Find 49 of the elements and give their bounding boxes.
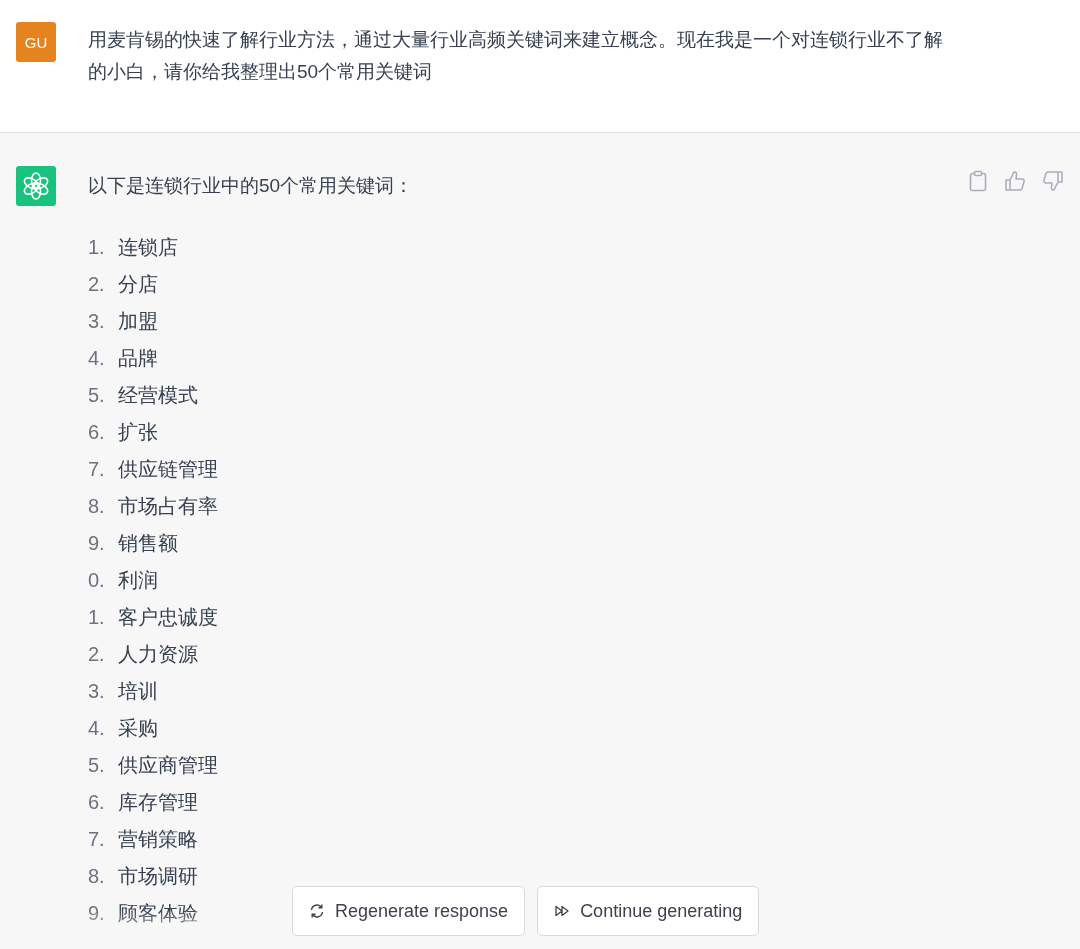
list-number: 0. xyxy=(88,569,106,592)
keyword-text: 分店 xyxy=(118,272,158,297)
keyword-text: 市场占有率 xyxy=(118,494,218,519)
keyword-text: 顾客体验 xyxy=(118,901,198,926)
keyword-text: 人力资源 xyxy=(118,642,198,667)
list-number: 8. xyxy=(88,865,106,888)
user-message: 用麦肯锡的快速了解行业方法，通过大量行业高频关键词来建立概念。现在我是一个对连锁行业不了解的小白，请你给我整理出50个常用关键词 xyxy=(88,28,944,84)
thumbs-down-icon[interactable] xyxy=(1042,170,1064,192)
keyword-text: 加盟 xyxy=(118,309,158,334)
keyword-text: 采购 xyxy=(118,716,158,741)
copy-icon[interactable] xyxy=(968,170,988,192)
keyword-text: 销售额 xyxy=(118,531,178,556)
list-number: 3. xyxy=(88,680,106,703)
list-number: 6. xyxy=(88,421,106,444)
list-number: 9. xyxy=(88,902,106,925)
keyword-text: 客户忠诚度 xyxy=(118,605,218,630)
keyword-text: 培训 xyxy=(118,679,158,704)
list-number: 5. xyxy=(88,754,106,777)
keyword-text: 供应商管理 xyxy=(118,753,218,778)
continue-button[interactable]: Continue generating xyxy=(537,886,760,936)
regenerate-button[interactable]: Regenerate response xyxy=(292,886,526,936)
list-number: 6. xyxy=(88,791,106,814)
keyword-text: 库存管理 xyxy=(118,790,198,815)
keyword-text: 市场调研 xyxy=(118,864,198,889)
keyword-text: 经营模式 xyxy=(118,383,198,408)
assistant-avatar-icon xyxy=(16,166,56,206)
keyword-text: 营销策略 xyxy=(118,827,198,852)
list-number: 5. xyxy=(88,384,106,407)
list-number: 2. xyxy=(88,273,106,296)
list-number: 8. xyxy=(88,495,106,518)
assistant-intro: 以下是连锁行业中的50个常用关键词： xyxy=(88,174,415,198)
list-number: 7. xyxy=(88,458,106,481)
list-number: 7. xyxy=(88,828,106,851)
keyword-text: 扩张 xyxy=(118,420,158,445)
keyword-text: 供应链管理 xyxy=(118,457,218,482)
thumbs-up-icon[interactable] xyxy=(1004,170,1026,192)
keyword-text: 利润 xyxy=(118,568,158,593)
list-number: 1. xyxy=(88,236,106,259)
fast-forward-icon xyxy=(554,903,571,919)
keyword-text: 连锁店 xyxy=(118,235,178,260)
list-number: 4. xyxy=(88,717,106,740)
list-number: 1. xyxy=(88,606,106,629)
keyword-text: 品牌 xyxy=(118,346,158,371)
refresh-icon xyxy=(309,903,325,919)
list-number: 3. xyxy=(88,310,106,333)
list-number: 9. xyxy=(88,532,106,555)
list-number: 4. xyxy=(88,347,106,370)
user-avatar: GU xyxy=(16,22,56,62)
list-number: 2. xyxy=(88,643,106,666)
